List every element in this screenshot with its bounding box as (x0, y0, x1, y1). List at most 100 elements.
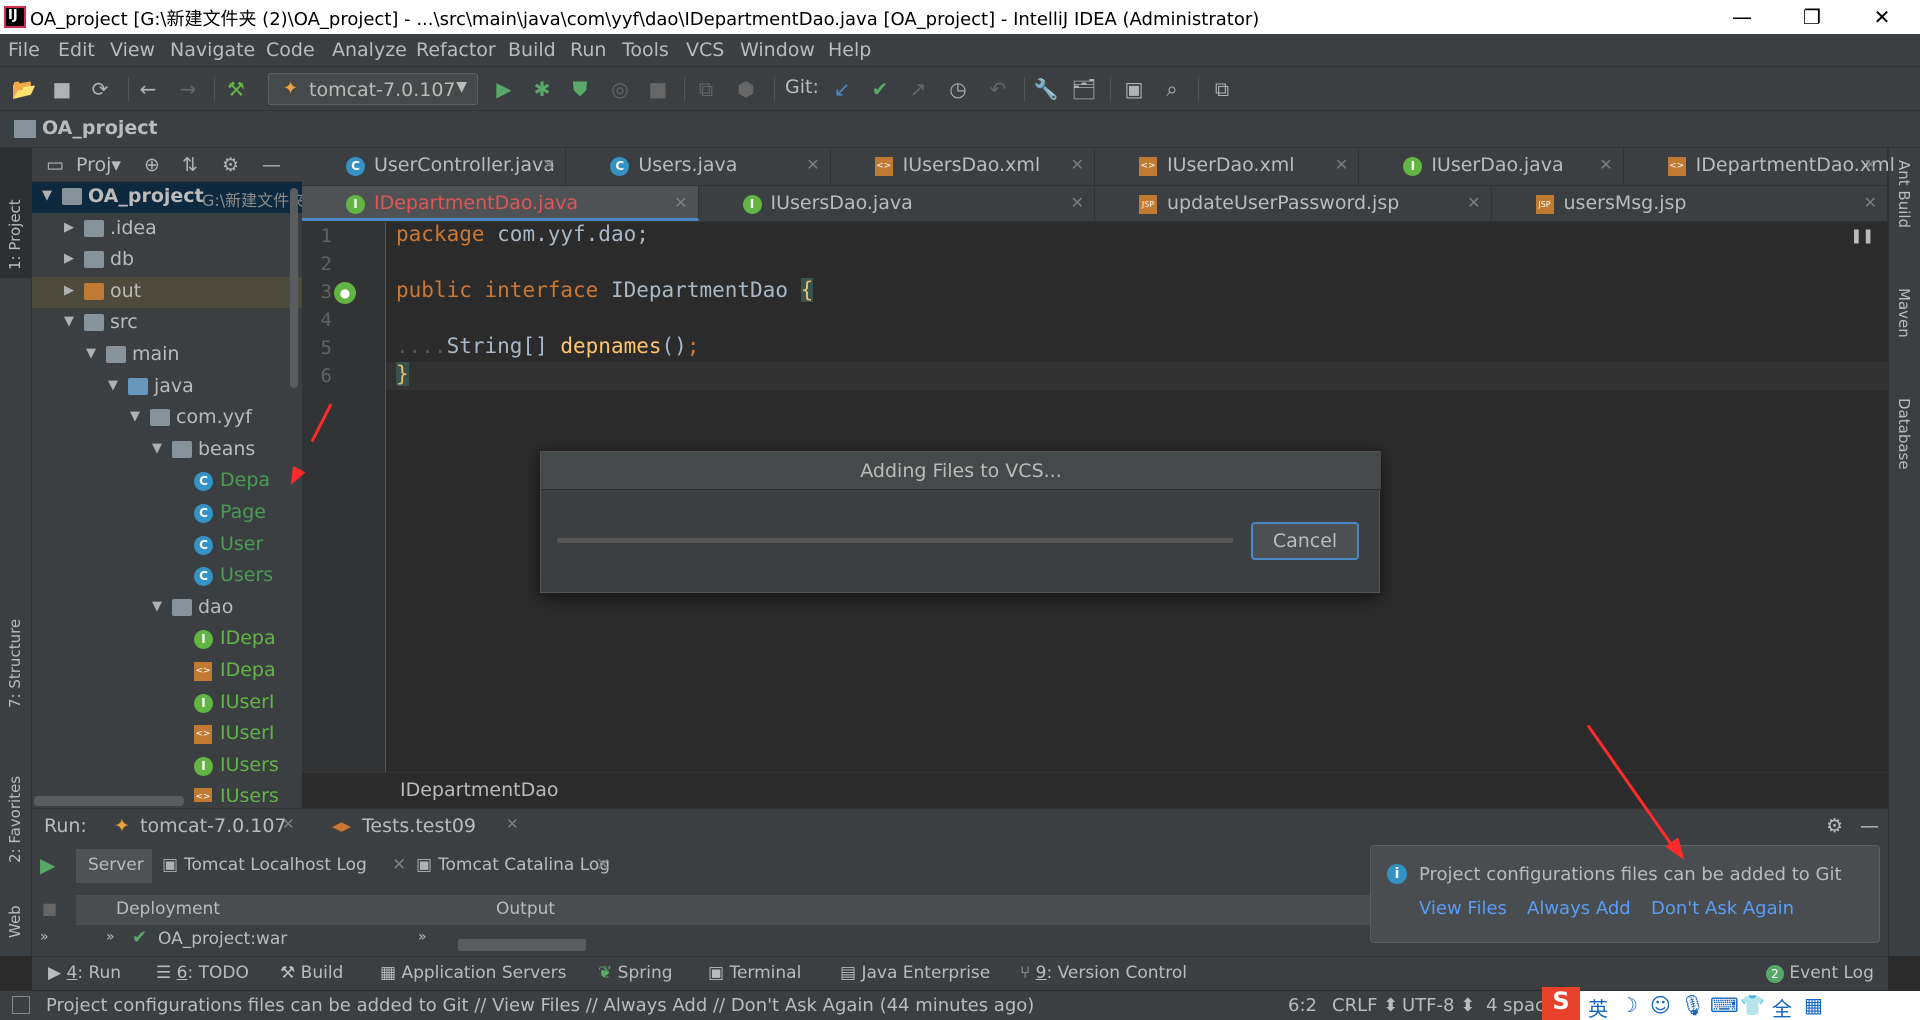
close-icon[interactable]: ✕ (282, 815, 295, 833)
chevron-down-icon[interactable]: ▼ (130, 409, 140, 424)
rollback-icon[interactable]: ↶ (984, 75, 1012, 103)
build-tool-button[interactable]: ⚒ Build (280, 963, 343, 983)
close-icon[interactable]: ✕ (506, 815, 519, 833)
tree-item[interactable]: ▼ com.yyf (32, 403, 302, 434)
event-log-button[interactable]: 2 Event Log (1766, 963, 1874, 983)
menu-file[interactable]: File (8, 39, 40, 61)
tree-item[interactable]: ▼ src (32, 308, 302, 339)
close-icon[interactable]: ✕ (806, 155, 819, 174)
menu-build[interactable]: Build (508, 39, 556, 61)
cancel-button[interactable]: Cancel (1251, 522, 1359, 560)
menu-edit[interactable]: Edit (58, 39, 95, 61)
ant-build-tool-tab[interactable]: Ant Build (1895, 160, 1913, 280)
save-all-icon[interactable]: ■ (48, 75, 76, 103)
menu-navigate[interactable]: Navigate (170, 39, 255, 61)
hide-panel-icon[interactable]: — (1860, 815, 1879, 837)
database-tool-tab[interactable]: Database (1895, 398, 1913, 518)
editor-tab[interactable]: I IUserDao.java ✕ (1359, 148, 1624, 185)
git-commit-icon[interactable]: ✔ (866, 75, 894, 103)
menu-view[interactable]: View (110, 39, 155, 61)
todo-tool-button[interactable]: ☰ 6: TODO (156, 963, 249, 983)
expand-icon[interactable]: » (40, 929, 49, 945)
chevron-down-icon[interactable]: ▼ (108, 378, 118, 393)
menu-vcs[interactable]: VCS (686, 39, 724, 61)
terminal-icon[interactable]: ▣ (1120, 75, 1148, 103)
moon-icon[interactable]: ☽ (1620, 993, 1638, 1017)
close-icon[interactable]: ✕ (1335, 155, 1348, 174)
project-structure-icon[interactable]: 🗂 (1070, 75, 1098, 103)
structure-tool-tab[interactable]: 7: Structure (6, 578, 24, 708)
update-app-icon[interactable]: ⧉ (692, 75, 720, 103)
search-icon[interactable]: ⌕ (1158, 75, 1186, 103)
status-message[interactable]: Project configurations files can be adde… (46, 995, 1034, 1016)
dont-ask-again-link[interactable]: Don't Ask Again (1651, 898, 1794, 919)
sogou-ime-icon[interactable]: S (1542, 987, 1580, 1020)
web-tool-tab[interactable]: Web (6, 878, 24, 938)
forward-icon[interactable]: → (174, 75, 202, 103)
close-icon[interactable]: ✕ (1467, 193, 1480, 212)
full-width-icon[interactable]: 全 (1772, 993, 1792, 1020)
stop-icon[interactable]: ■ (42, 899, 57, 918)
open-folder-icon[interactable]: 📂 (10, 75, 38, 103)
shirt-icon[interactable]: 👕 (1740, 993, 1765, 1017)
editor-tab[interactable]: <> IUserDao.xml ✕ (1095, 148, 1360, 185)
subtab-server[interactable]: Server (76, 849, 152, 883)
terminal-tool-button[interactable]: ▣ Terminal (708, 963, 801, 983)
tree-item[interactable]: C User (32, 530, 302, 561)
menu-code[interactable]: Code (266, 39, 315, 61)
settings-wrench-icon[interactable]: 🔧 (1032, 75, 1060, 103)
grid-icon[interactable]: ▦ (1804, 993, 1823, 1017)
project-view-select[interactable]: Proj▾ (76, 154, 121, 176)
menu-run[interactable]: Run (570, 39, 606, 61)
tree-item[interactable]: ▼ java (32, 372, 302, 403)
subtab-localhost-log[interactable]: ▣ Tomcat Localhost Log ✕ (162, 849, 412, 883)
stop-icon[interactable]: ■ (644, 75, 672, 103)
indent-setting[interactable]: 4 spac (1486, 995, 1545, 1016)
hide-panel-icon[interactable]: — (262, 154, 281, 176)
java-enterprise-tool-button[interactable]: ▤ Java Enterprise (840, 963, 990, 983)
editor-tab[interactable]: I IUsersDao.java ✕ (699, 186, 1095, 221)
editor-tab[interactable]: I IDepartmentDao.java ✕ (302, 186, 699, 221)
sync-icon[interactable]: ⟳ (86, 75, 114, 103)
tree-item[interactable]: ▼ beans (32, 435, 302, 466)
minimize-button[interactable]: — (1712, 0, 1772, 34)
back-icon[interactable]: ← (134, 75, 162, 103)
chevron-down-icon[interactable]: ▼ (42, 188, 52, 203)
editor-tab[interactable]: C Users.java ✕ (566, 148, 831, 185)
git-push-icon[interactable]: ↗ (904, 75, 932, 103)
tree-item[interactable]: ▶ db (32, 245, 302, 276)
run-tab-tomcat[interactable]: tomcat-7.0.107 (140, 815, 287, 837)
close-icon[interactable]: ✕ (1071, 193, 1084, 212)
git-update-icon[interactable]: ↙ (828, 75, 856, 103)
tree-item[interactable]: ▼ main (32, 340, 302, 371)
project-tool-tab[interactable]: 1: Project (6, 160, 24, 270)
keyboard-icon[interactable]: ⌨ (1710, 993, 1739, 1017)
close-button[interactable]: ✕ (1852, 0, 1912, 34)
attach-debugger-icon[interactable]: ⬢ (732, 75, 760, 103)
deployment-row[interactable]: » ✔ OA_project:war » (76, 925, 1426, 953)
chevron-down-icon[interactable]: ▼ (152, 599, 162, 614)
close-icon[interactable]: ✕ (1864, 193, 1877, 212)
run-tab-tests[interactable]: Tests.test09 (362, 815, 476, 837)
chevron-down-icon[interactable]: ▼ (64, 314, 74, 329)
file-encoding[interactable]: UTF-8 ⬍ (1402, 995, 1475, 1016)
run-icon[interactable]: ▶ (40, 853, 55, 877)
debug-icon[interactable]: ✱ (528, 75, 556, 103)
close-icon[interactable]: ✕ (674, 193, 687, 212)
tree-item[interactable]: I IUserI (32, 688, 302, 719)
chevron-right-icon[interactable]: ▶ (64, 220, 74, 235)
history-icon[interactable]: ◷ (944, 75, 972, 103)
application-servers-tool-button[interactable]: ▦ Application Servers (380, 963, 566, 983)
gear-icon[interactable]: ⚙ (222, 154, 239, 176)
run-tool-button[interactable]: ▶ 4: Run (48, 963, 121, 983)
version-control-tool-button[interactable]: ⑂ 9: Version Control (1020, 963, 1187, 983)
editor-tab[interactable]: JSP usersMsg.jsp ✕ (1492, 186, 1888, 221)
tree-item[interactable]: ▶ out (32, 276, 302, 308)
tree-item[interactable]: ▶ .idea (32, 214, 302, 245)
pause-icon[interactable]: ❚❚ (1851, 228, 1874, 244)
chevron-right-icon[interactable]: ▶ (64, 251, 74, 266)
editor-tab[interactable]: <> IDepartmentDao.xml ✕ (1624, 148, 1895, 185)
menu-analyze[interactable]: Analyze (332, 39, 407, 61)
tree-item[interactable]: <> IUserI (32, 719, 302, 750)
tree-item[interactable]: C Depa (32, 466, 302, 497)
